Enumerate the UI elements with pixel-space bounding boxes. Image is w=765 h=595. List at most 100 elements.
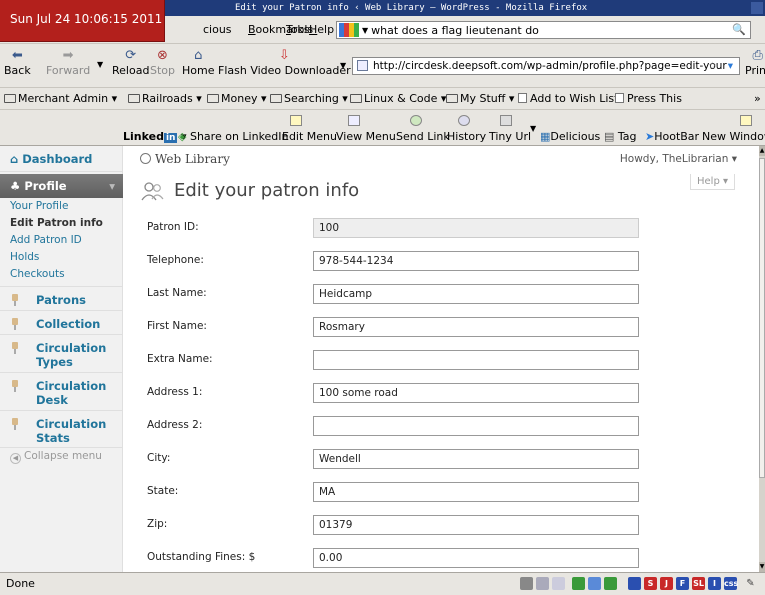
history-dropdown-icon[interactable]: ▼ [97,60,103,69]
bookmark-railroads[interactable]: Railroads ▾ [128,92,202,105]
vertical-scrollbar[interactable]: ▲ ▼ [759,146,765,572]
sidebar-sub-holds[interactable]: Holds [10,251,39,263]
reload-button[interactable]: ⟳ Reload [112,48,149,77]
css-badge[interactable]: css [724,577,738,590]
linkedin-icon: in [163,133,178,143]
pin-icon [10,380,20,392]
extra-name-field[interactable] [313,350,639,370]
url-bar[interactable]: http://circdesk.deepsoft.com/wp-admin/pr… [352,57,740,75]
bookmark-my-stuff[interactable]: My Stuff ▾ [446,92,514,105]
sidebar-item-circulation-stats[interactable]: Circulation Stats [0,410,123,448]
address-1-field[interactable] [313,383,639,403]
bookmark-merchant-admin[interactable]: Merchant Admin ▾ [4,92,117,105]
sidebar-sub-add-patron-id[interactable]: Add Patron ID [10,234,82,246]
city-field[interactable] [313,449,639,469]
first-name-field[interactable] [313,317,639,337]
user-menu[interactable]: Howdy, TheLibrarian ▾ [620,153,737,165]
field-label: City: [147,452,171,464]
bookmark-searching[interactable]: Searching ▾ [270,92,348,105]
form-row-extra-name: Extra Name: [147,350,647,370]
sidebar-item-circulation-desk[interactable]: Circulation Desk [0,372,123,410]
bookmark-star-icon[interactable]: ☆ [708,58,717,74]
sidebar-item-patrons[interactable]: Patrons [0,286,123,310]
hootsuite-icon[interactable]: ▾ [728,58,733,74]
sidebar-sub-edit-patron-info[interactable]: Edit Patron info [10,217,103,229]
back-button[interactable]: ⬅ Back [4,48,31,77]
page-title: Edit your patron info [174,180,360,201]
sidebar-sub-checkouts[interactable]: Checkouts [10,268,65,280]
bookmark-money[interactable]: Money ▾ [207,92,267,105]
print-button[interactable]: ⎙ Print [745,48,765,77]
state-field[interactable] [313,482,639,502]
addon-icon[interactable] [572,577,585,590]
tag-icon: ▤ [604,130,615,143]
mail-icon[interactable] [552,577,565,590]
flash-dropdown-icon[interactable]: ▼ [340,61,346,70]
addon-icon[interactable] [628,577,641,590]
new-window-button[interactable]: New Window [702,130,765,143]
field-label: Address 2: [147,419,203,431]
site-title[interactable]: Web Library [140,152,230,166]
view-menu-icon [348,115,360,126]
scroll-up-icon[interactable]: ▲ [759,146,765,156]
field-label: First Name: [147,320,207,332]
edit-menu-button[interactable]: Edit Menu [282,130,337,143]
stop-button[interactable]: ⊗ Stop [150,48,175,77]
telephone-field[interactable] [313,251,639,271]
collapse-menu-button[interactable]: ◀ Collapse menu [10,450,102,464]
j-badge[interactable]: J [660,577,673,590]
send-link-button[interactable]: Send Link [396,130,450,143]
search-engine-icon[interactable] [339,23,359,37]
print-icon: ⎙ [752,48,763,63]
scroll-down-icon[interactable]: ▼ [759,562,765,572]
bookmark-press-this[interactable]: Press This [615,92,682,105]
bookmark-add-to-wish-list[interactable]: Add to Wish List [518,92,618,105]
addon-icon[interactable] [604,577,617,590]
search-engine-dropdown-icon[interactable]: ▼ [362,26,368,35]
home-button[interactable]: ⌂ Home [182,48,214,77]
search-input[interactable]: what does a flag lieutenant do [371,24,539,37]
address-2-field[interactable] [313,416,639,436]
s-badge[interactable]: S [644,577,657,590]
hootbar-button[interactable]: ➤HootBar [645,130,699,143]
linkedin-button[interactable]: Linked in ▾ [123,130,187,143]
patron-id-field[interactable] [313,218,639,238]
addon-icon[interactable] [536,577,549,590]
menu-delicious[interactable]: cious [203,23,232,36]
addon-toolbar: Linked in ▾ ◈ Share on LinkedIn Edit Menu… [0,110,765,146]
zip-field[interactable] [313,515,639,535]
sidebar-item-profile[interactable]: ♣ Profile ▾ [0,174,123,198]
window-control-icon[interactable] [751,2,763,14]
last-name-field[interactable] [313,284,639,304]
sidebar-item-collection[interactable]: Collection [0,310,123,334]
sl-badge[interactable]: SL [692,577,705,590]
search-box[interactable]: ▼ what does a flag lieutenant do 🔍 [336,21,751,39]
info-badge[interactable]: I [708,577,721,590]
tag-button[interactable]: ▤ Tag [604,130,637,143]
sidebar-item-dashboard[interactable]: ⌂ Dashboard [0,146,123,172]
f-badge[interactable]: F [676,577,689,590]
addon-icon[interactable] [588,577,601,590]
menu-help[interactable]: Help [309,23,334,36]
delicious-button[interactable]: ▦Delicious [540,130,600,143]
pencil-icon[interactable]: ✎ [744,577,757,590]
view-menu-button[interactable]: View Menu [336,130,396,143]
tiny-url-dropdown-icon[interactable]: ▼ [530,124,536,133]
share-on-linkedin-button[interactable]: ◈ Share on LinkedIn [178,130,289,143]
help-tab[interactable]: Help ▾ [690,174,735,190]
forward-button[interactable]: ➡ Forward [46,48,90,77]
search-icon[interactable]: 🔍 [732,23,746,36]
flash-video-downloader-button[interactable]: ⇩ Flash Video Downloader [218,48,351,77]
addon-icon[interactable] [520,577,533,590]
outstanding-fines-field[interactable] [313,548,639,568]
tiny-url-button[interactable]: Tiny Url [489,130,531,143]
collapse-arrow-icon: ◀ [10,453,21,464]
bookmarks-overflow-icon[interactable]: » [754,92,761,105]
sidebar-item-circulation-types[interactable]: Circulation Types [0,334,123,372]
form-row-state: State: [147,482,647,502]
scrollbar-thumb[interactable] [759,158,765,478]
history-button[interactable]: History [447,130,486,143]
admin-header: Web Library Howdy, TheLibrarian ▾ [124,146,759,172]
sidebar-sub-your-profile[interactable]: Your Profile [10,200,68,212]
bookmark-linux-code[interactable]: Linux & Code ▾ [350,92,446,105]
